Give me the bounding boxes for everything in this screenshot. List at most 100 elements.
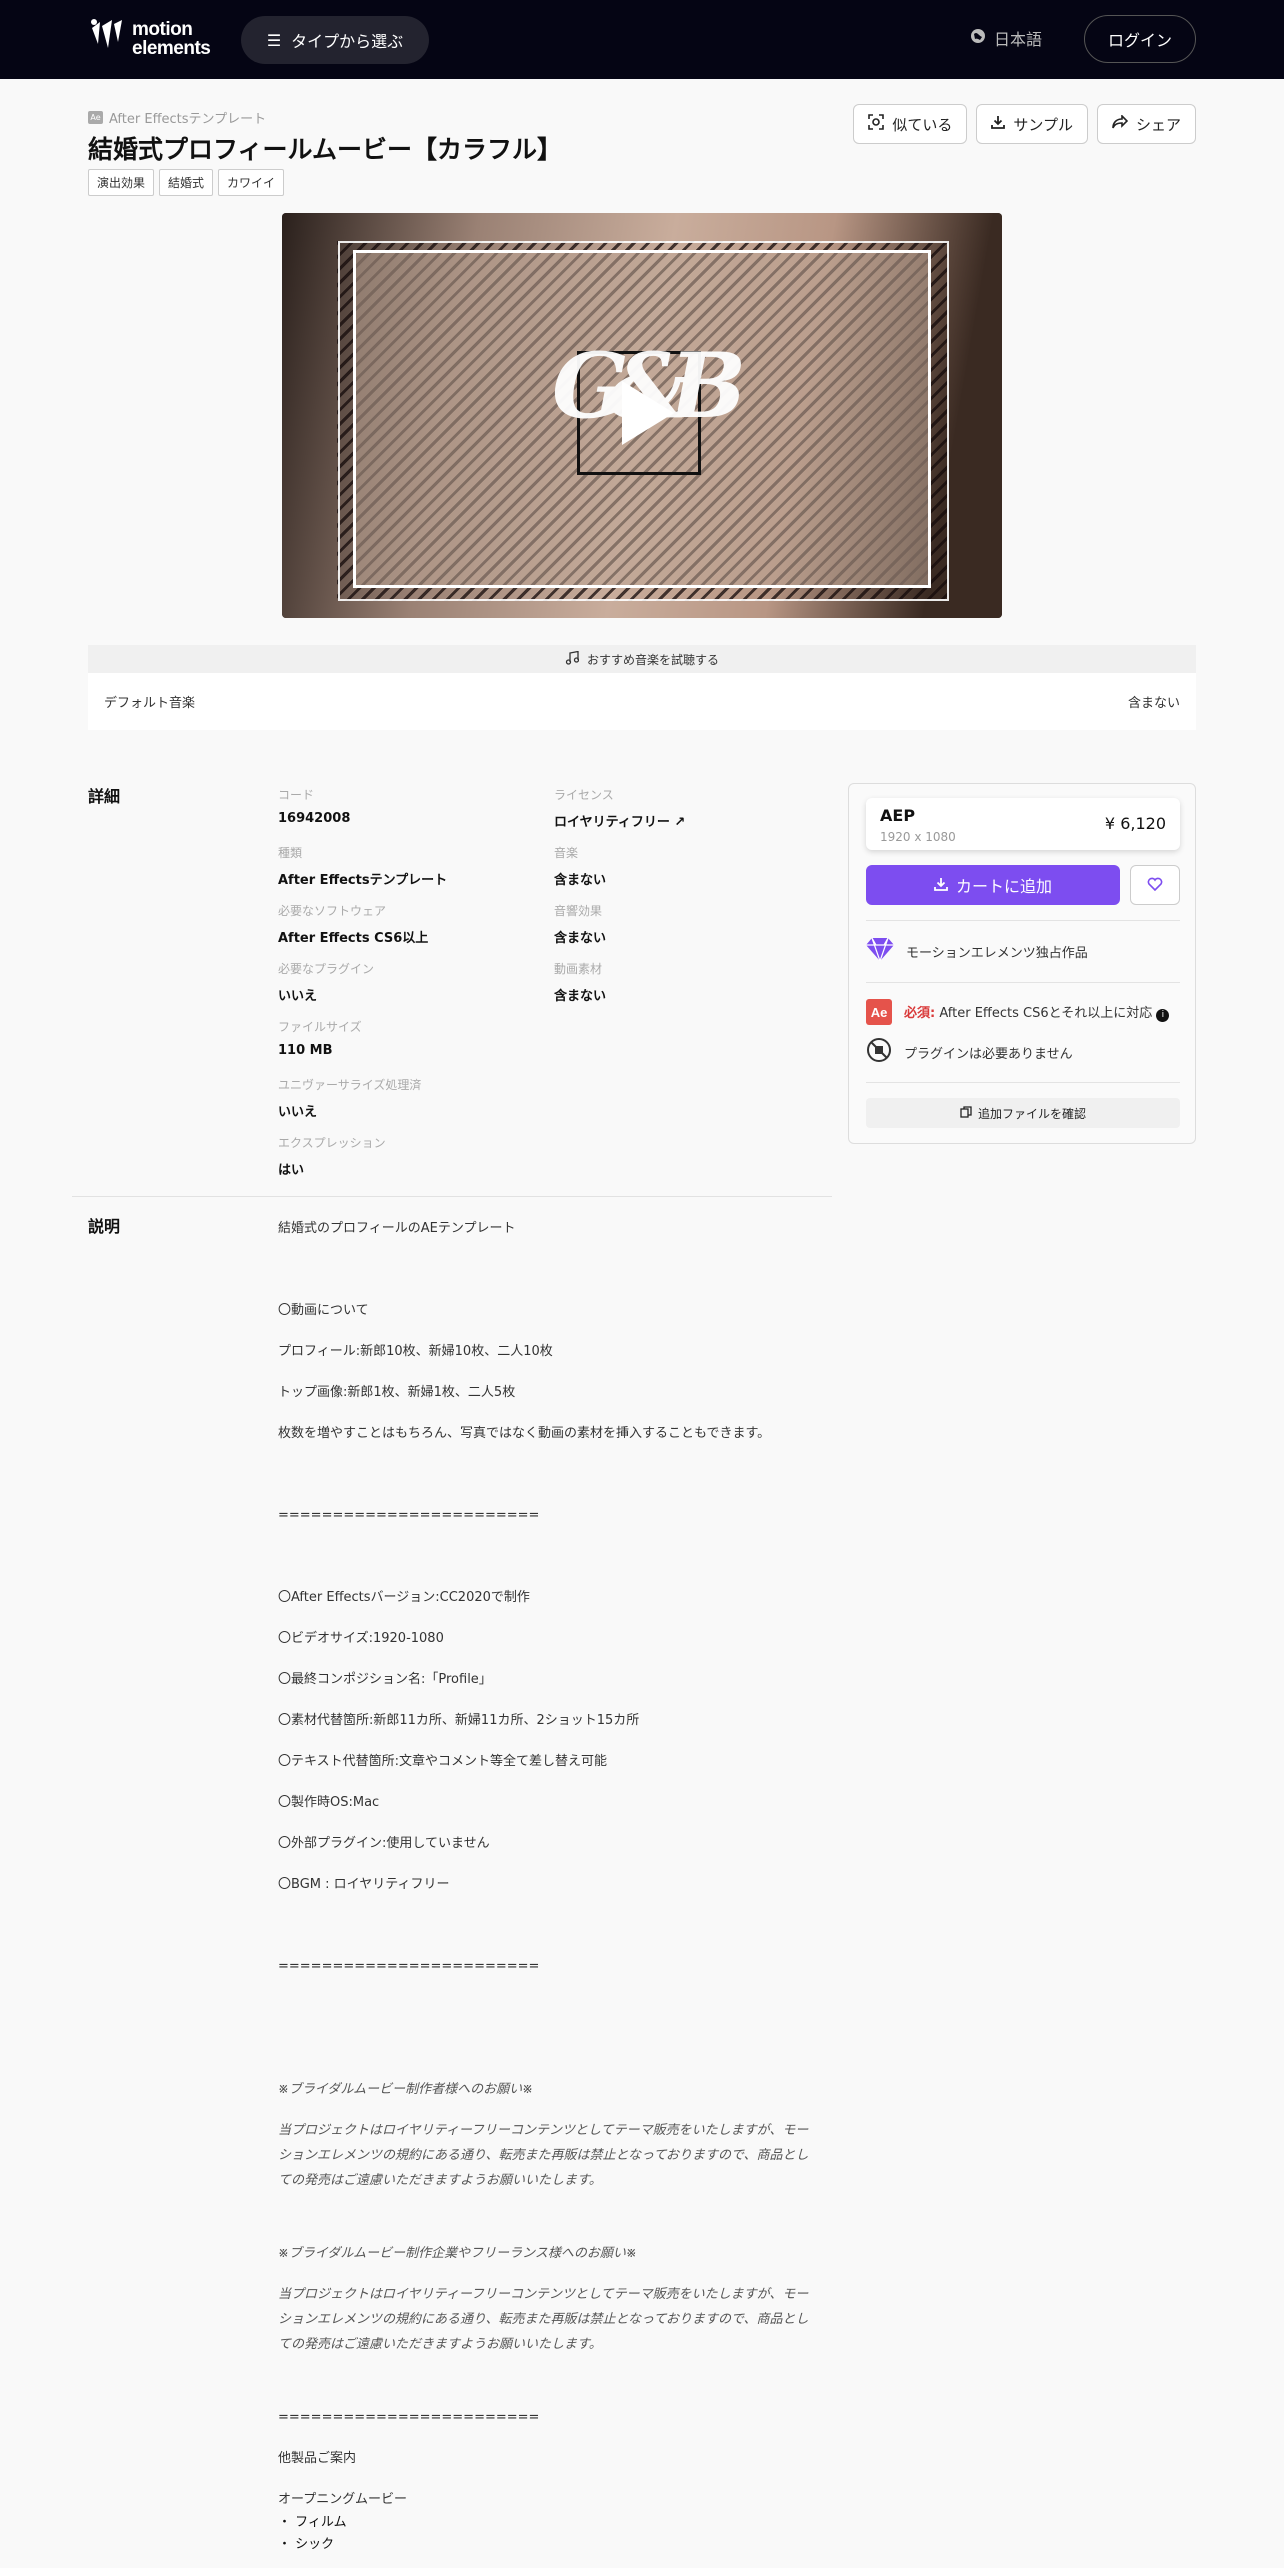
spec-universalized: ユニヴァーサライズ処理済 いいえ [278,1076,421,1120]
desc-gap [278,1544,818,1585]
desc-line: 〇After Effectsバージョン:CC2020で制作 [278,1590,530,1605]
opening-movie-list: ・ フィルム ・ シック [278,2512,818,2556]
language-selector[interactable]: 日本語 [970,26,1042,50]
desc-line: 〇ビデオサイズ:1920-1080 [278,1631,444,1646]
external-link-icon: ↗ [674,815,686,830]
add-to-cart-button[interactable]: カートに追加 [866,865,1120,905]
similar-search-icon [868,114,885,134]
spec-expression: エクスプレッション はい [278,1134,386,1178]
notice-title: ※ブライダルムービー制作企業やフリーランス様へのお願い※ [278,2246,637,2261]
spec-sound-effects: 音響効果 含まない [554,902,606,946]
desc-gap [278,2373,818,2405]
description-body: 結婚式のプロフィールのAEテンプレート 〇動画について プロフィール:新郎10枚… [278,1216,818,2556]
format-resolution: 1920 x 1080 [880,830,956,844]
license-link[interactable]: ロイヤリティフリー ↗ [554,811,685,830]
desc-gap [278,1257,818,1298]
desc-gap [278,1995,818,2077]
category-label: After Effectsテンプレート [109,112,267,127]
desc-line: 〇BGM : ロイヤリティフリー [278,1877,450,1892]
share-label: シェア [1135,115,1181,134]
desc-line: 〇製作時OS:Mac [278,1795,380,1810]
spec-value: ロイヤリティフリー [554,815,670,830]
spec-key: 種類 [278,846,303,860]
browse-by-type-button[interactable]: ☰ タイプから選ぶ [241,16,429,64]
divider [866,1082,1180,1083]
desc-line: ======================== [278,2410,540,2425]
sample-download-button[interactable]: サンプル [976,104,1088,144]
divider [866,920,1180,921]
download-icon [934,876,948,895]
software-requirement: Ae 必須: After Effects CS6とそれ以上に対応 i [866,999,1170,1025]
motion-elements-logo[interactable]: motion elements [88,18,211,60]
desc-gap [278,2209,818,2241]
spec-license[interactable]: ライセンスロイヤリティフリー ↗ [554,786,685,830]
spec-code: コード 16942008 [278,786,350,826]
share-button[interactable]: シェア [1096,104,1196,144]
format-name: AEP [880,806,916,825]
desc-gap [278,1462,818,1503]
no-plugin-icon [866,1037,892,1067]
login-button[interactable]: ログイン [1084,15,1196,63]
spec-value: 110 MB [278,1043,333,1058]
hamburger-menu-icon: ☰ [266,30,282,50]
after-effects-icon: Ae [866,999,892,1025]
spec-key: 音響効果 [554,904,603,918]
spec-file-size: ファイルサイズ 110 MB [278,1018,362,1058]
required-label: 必須: [904,1006,936,1021]
category-breadcrumb[interactable]: Ae After Effectsテンプレート [88,108,266,127]
desc-line: トップ画像:新郎1枚、新婦1枚、二人5枚 [278,1385,516,1400]
opening-movie-title: オープニングムービー [278,2492,407,2507]
default-music-label: デフォルト音楽 [104,696,196,711]
details-section-label: 詳細 [88,787,121,806]
desc-line: 〇外部プラグイン:使用していません [278,1836,490,1851]
language-label: 日本語 [994,30,1043,49]
download-icon [991,115,1006,133]
notice-title: ※ブライダルムービー制作者様へのお願い※ [278,2082,534,2097]
spec-key: コード [278,788,315,802]
spec-plugins: 必要なプラグイン いいえ [278,960,374,1004]
plugin-requirement: プラグインは必要ありません [866,1037,1073,1067]
logo-text-elements: elements [132,38,211,59]
purchase-panel: AEP 1920 x 1080 ¥ 6,120 カートに追加 モーションエレメン… [848,783,1196,1144]
spec-music: 音楽 含まない [554,844,606,888]
additional-files-label: 追加ファイルを確認 [977,1106,1086,1121]
music-note-icon [565,650,580,668]
section-divider [72,1196,832,1197]
format-option[interactable]: AEP 1920 x 1080 ¥ 6,120 [866,798,1180,850]
spec-key: エクスプレッション [278,1136,386,1150]
info-icon[interactable]: i [1156,1009,1170,1022]
try-music-button[interactable]: おすすめ音楽を試聴する [88,645,1196,673]
tag-wedding[interactable]: 結婚式 [159,169,214,196]
tag-list: 演出効果 結婚式 カワイイ [88,169,285,196]
list-item[interactable]: ・ シック [278,2534,818,2556]
spec-key: 必要なソフトウェア [278,904,387,918]
logo-text-motion: motion [132,19,193,40]
spec-value: 含まない [554,931,607,946]
similar-button[interactable]: 似ている [853,104,968,144]
additional-files-button[interactable]: 追加ファイルを確認 [866,1098,1180,1128]
list-item[interactable]: ・ フィルム [278,2512,818,2534]
globe-icon [970,28,986,48]
spec-key: 音楽 [554,846,579,860]
sample-label: サンプル [1013,115,1073,134]
tag-cute[interactable]: カワイイ [218,169,285,196]
play-icon[interactable] [622,381,674,445]
video-preview[interactable]: G&B [282,213,1002,618]
desc-line: ======================== [278,1959,540,1974]
desc-line: 結婚式のプロフィールのAEテンプレート [278,1221,516,1236]
spec-type: 種類 After Effectsテンプレート [278,844,447,888]
spec-value: はい [278,1163,305,1178]
heart-icon [1147,876,1163,895]
tag-effects[interactable]: 演出効果 [88,169,155,196]
other-products-title: 他製品ご案内 [278,2451,357,2466]
top-navbar: motion elements ☰ タイプから選ぶ 日本語 ログイン [0,0,1284,79]
spec-key: ライセンス [554,788,614,802]
share-icon [1112,114,1129,133]
spec-value: After Effects CS6以上 [278,931,429,946]
after-effects-category-icon: Ae [88,111,103,124]
spec-value: 16942008 [278,811,351,826]
exclusive-label: モーションエレメンツ独占作品 [906,945,1088,961]
spec-value: いいえ [278,989,318,1004]
requirement-text: 必須: After Effects CS6とそれ以上に対応 i [904,1002,1170,1022]
favorite-button[interactable] [1130,865,1180,905]
